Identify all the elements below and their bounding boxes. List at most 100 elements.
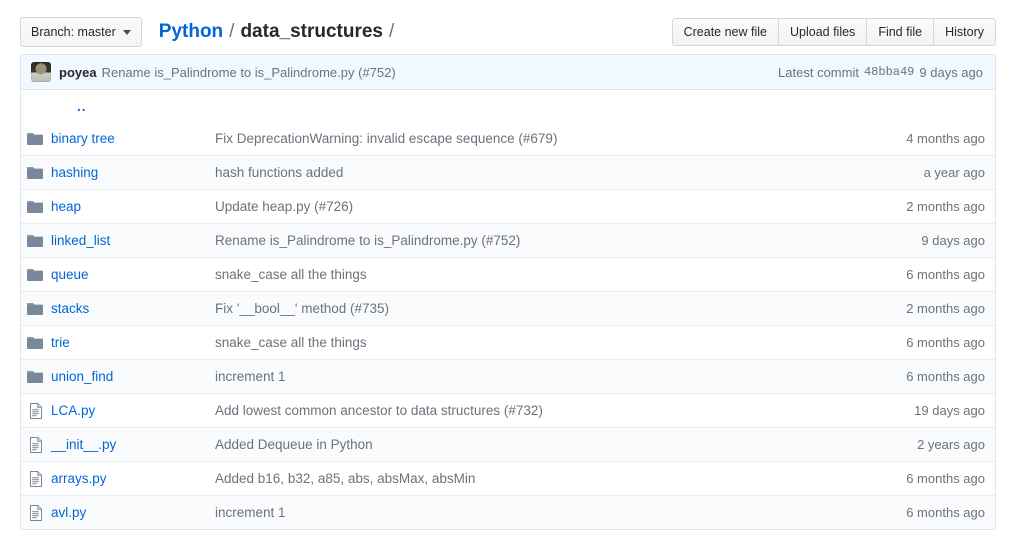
entry-name: LCA.py xyxy=(51,403,215,418)
file-icon xyxy=(21,437,51,453)
repo-toolbar: Branch: master Python / data_structures … xyxy=(20,0,996,54)
entry-commit-message[interactable]: increment 1 xyxy=(215,505,906,520)
entry-commit-message[interactable]: increment 1 xyxy=(215,369,906,384)
table-row[interactable]: stacks Fix '__bool__' method (#735)2 mont… xyxy=(21,291,995,325)
table-row[interactable]: arrays.py Added b16, b32, a85, abs, absMa… xyxy=(21,461,995,495)
breadcrumb-repo-link[interactable]: Python xyxy=(159,21,223,43)
commit-pr-link[interactable]: (#752) xyxy=(358,65,396,80)
entry-commit-message[interactable]: Fix '__bool__' method (#735) xyxy=(215,301,906,316)
table-row[interactable]: __init__.py Added Dequeue in Python2 year… xyxy=(21,427,995,461)
file-link[interactable]: avl.py xyxy=(51,505,86,520)
entry-name: union_find xyxy=(51,369,215,384)
entry-name: avl.py xyxy=(51,505,215,520)
parent-directory-row[interactable]: .. xyxy=(21,90,995,122)
entry-age: 2 months ago xyxy=(906,199,995,214)
create-new-file-button[interactable]: Create new file xyxy=(672,18,779,46)
entry-commit-message[interactable]: Add lowest common ancestor to data struc… xyxy=(215,403,914,418)
file-link[interactable]: arrays.py xyxy=(51,471,107,486)
commit-message-text: Rename is_Palindrome to is_Palindrome.py xyxy=(102,65,355,80)
latest-commit-meta: Latest commit 48bba49 9 days ago xyxy=(778,65,985,80)
table-row[interactable]: LCA.py Add lowest common ancestor to data… xyxy=(21,393,995,427)
file-icon xyxy=(21,471,51,487)
folder-icon xyxy=(21,200,51,214)
entry-age: 4 months ago xyxy=(906,131,995,146)
file-link[interactable]: LCA.py xyxy=(51,403,95,418)
entry-commit-message[interactable]: snake_case all the things xyxy=(215,267,906,282)
entry-commit-message[interactable]: Added b16, b32, a85, abs, absMax, absMin xyxy=(215,471,906,486)
folder-link[interactable]: union_find xyxy=(51,369,113,384)
entry-commit-message[interactable]: Fix DeprecationWarning: invalid escape s… xyxy=(215,131,906,146)
find-file-button[interactable]: Find file xyxy=(867,18,934,46)
folder-link[interactable]: hashing xyxy=(51,165,98,180)
folder-link[interactable]: linked_list xyxy=(51,233,110,248)
folder-icon xyxy=(21,268,51,282)
commit-message: Rename is_Palindrome to is_Palindrome.py… xyxy=(102,65,396,80)
history-button[interactable]: History xyxy=(934,18,996,46)
folder-icon xyxy=(21,336,51,350)
entry-name: __init__.py xyxy=(51,437,215,452)
entry-age: 6 months ago xyxy=(906,335,995,350)
latest-commit-bar: poyea Rename is_Palindrome to is_Palindr… xyxy=(21,55,995,90)
entry-age: 9 days ago xyxy=(921,233,995,248)
file-link[interactable]: __init__.py xyxy=(51,437,116,452)
folder-icon xyxy=(21,302,51,316)
folder-link[interactable]: binary tree xyxy=(51,131,115,146)
folder-icon xyxy=(21,234,51,248)
table-row[interactable]: trie snake_case all the things6 months ag… xyxy=(21,325,995,359)
entry-name: hashing xyxy=(51,165,215,180)
chevron-down-icon xyxy=(123,30,131,35)
breadcrumb: Python / data_structures / xyxy=(159,21,401,43)
breadcrumb-separator: / xyxy=(223,21,240,43)
entry-age: 6 months ago xyxy=(906,505,995,520)
entry-age: 6 months ago xyxy=(906,267,995,282)
entry-name: linked_list xyxy=(51,233,215,248)
branch-selector-label: Branch: master xyxy=(31,25,116,39)
entry-name: stacks xyxy=(51,301,215,316)
entry-age: a year ago xyxy=(924,165,995,180)
commit-sha-link[interactable]: 48bba49 xyxy=(864,65,914,79)
latest-commit-label: Latest commit xyxy=(778,65,859,80)
entry-commit-message[interactable]: Added Dequeue in Python xyxy=(215,437,917,452)
file-icon xyxy=(21,505,51,521)
folder-icon xyxy=(21,132,51,146)
folder-link[interactable]: stacks xyxy=(51,301,89,316)
entry-name: arrays.py xyxy=(51,471,215,486)
table-row[interactable]: avl.py increment 16 months ago xyxy=(21,495,995,529)
table-row[interactable]: heap Update heap.py (#726)2 months ago xyxy=(21,189,995,223)
folder-link[interactable]: trie xyxy=(51,335,70,350)
entry-age: 2 years ago xyxy=(917,437,995,452)
folder-link[interactable]: queue xyxy=(51,267,89,282)
entry-age: 6 months ago xyxy=(906,369,995,384)
folder-icon xyxy=(21,166,51,180)
entry-name: queue xyxy=(51,267,215,282)
entry-commit-message[interactable]: Rename is_Palindrome to is_Palindrome.py… xyxy=(215,233,921,248)
entry-age: 2 months ago xyxy=(906,301,995,316)
entry-age: 6 months ago xyxy=(906,471,995,486)
repo-actions: Create new file Upload files Find file H… xyxy=(672,18,996,46)
commit-age: 9 days ago xyxy=(919,65,983,80)
entry-commit-message[interactable]: snake_case all the things xyxy=(215,335,906,350)
table-row[interactable]: union_find increment 16 months ago xyxy=(21,359,995,393)
breadcrumb-current-dir: data_structures xyxy=(240,21,383,43)
table-row[interactable]: queue snake_case all the things6 months a… xyxy=(21,257,995,291)
entry-name: heap xyxy=(51,199,215,214)
commit-author-link[interactable]: poyea xyxy=(59,65,97,80)
repo-file-browser: Branch: master Python / data_structures … xyxy=(0,0,1016,539)
entry-name: binary tree xyxy=(51,131,215,146)
avatar xyxy=(31,62,51,82)
file-rows: binary tree Fix DeprecationWarning: inval… xyxy=(21,122,995,529)
entry-age: 19 days ago xyxy=(914,403,995,418)
upload-files-button[interactable]: Upload files xyxy=(779,18,867,46)
breadcrumb-separator-trailing: / xyxy=(383,21,400,43)
entry-commit-message[interactable]: hash functions added xyxy=(215,165,924,180)
table-row[interactable]: linked_list Rename is_Palindrome to is_Pa… xyxy=(21,223,995,257)
table-row[interactable]: binary tree Fix DeprecationWarning: inval… xyxy=(21,122,995,155)
table-row[interactable]: hashing hash functions addeda year ago xyxy=(21,155,995,189)
parent-directory-link[interactable]: .. xyxy=(21,99,87,114)
entry-commit-message[interactable]: Update heap.py (#726) xyxy=(215,199,906,214)
file-listing: poyea Rename is_Palindrome to is_Palindr… xyxy=(20,54,996,530)
file-icon xyxy=(21,403,51,419)
branch-selector[interactable]: Branch: master xyxy=(20,17,142,47)
folder-link[interactable]: heap xyxy=(51,199,81,214)
folder-icon xyxy=(21,370,51,384)
